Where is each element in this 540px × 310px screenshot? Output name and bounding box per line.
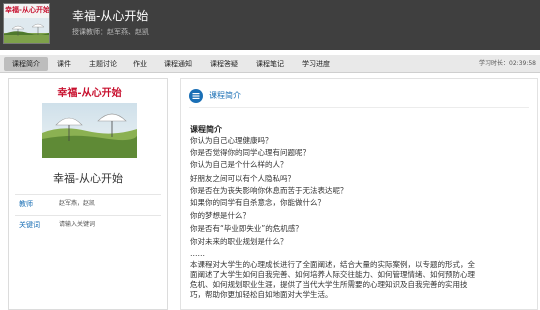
content-title: 课程简介 (190, 125, 222, 134)
course-info-panel: 幸福-从心开始 幸福-从心开始 教师 赵军燕，赵凯 关键词 请输入关键词 (8, 78, 168, 310)
list-icon (189, 89, 203, 103)
tab-notes[interactable]: 课程笔记 (250, 57, 290, 71)
intro-question: 你的梦想是什么？ (190, 211, 250, 220)
keyword-value: 请输入关键词 (59, 221, 96, 228)
teacher-value: 赵军燕，赵凯 (59, 200, 96, 207)
tab-discussion[interactable]: 主题讨论 (82, 57, 124, 71)
tab-qa[interactable]: 课程答疑 (204, 57, 244, 71)
course-teachers: 授课教师：赵军燕、赵凯 (72, 28, 149, 36)
course-title: 幸福-从心开始 (72, 9, 149, 23)
teacher-label: 教师 (19, 200, 33, 208)
intro-question: 你对未来的职业规划是什么？ (190, 237, 288, 246)
course-header: 幸福-从心开始 幸福-从心开始 授课教师：赵军燕、赵凯 (0, 0, 540, 50)
course-intro-panel: 课程简介 课程简介 你认为自己心理健康吗？ 你是否觉得你的同学心理有问题呢？ 你… (180, 78, 538, 310)
paragraph-line: 巧，帮助你更加轻松自如地面对大学生活。 (190, 290, 333, 299)
course-thumbnail: 幸福-从心开始 (3, 3, 50, 44)
thumbnail-title: 幸福-从心开始 (5, 6, 50, 14)
keyword-label: 关键词 (19, 221, 40, 229)
umbrella-landscape-image (4, 18, 49, 43)
keyword-row: 关键词 请输入关键词 (15, 215, 161, 235)
course-cover: 幸福-从心开始 (42, 86, 137, 159)
study-time: 学习时长：02:39:58 (479, 60, 536, 67)
tab-notices[interactable]: 课程通知 (158, 57, 198, 71)
tab-progress[interactable]: 学习进度 (296, 57, 336, 71)
cover-title: 幸福-从心开始 (57, 88, 122, 99)
intro-paragraph: 本课程对大学生的心理成长进行了全面阐述，结合大量的实际案例，以专题的形式，全 面… (190, 260, 530, 300)
tab-course-intro[interactable]: 课程简介 (4, 57, 48, 71)
intro-question: 好朋友之间可以有个人隐私吗？ (190, 174, 295, 183)
intro-question: 你认为自己是个什么样的人？ (190, 160, 288, 169)
divider (189, 107, 529, 108)
intro-question: 你是否有“毕业即失业”的危机感？ (190, 224, 303, 233)
tab-homework[interactable]: 作业 (128, 57, 152, 71)
course-tab-bar: 课程简介 课件 主题讨论 作业 课程通知 课程答疑 课程笔记 学习进度 学习时长… (0, 55, 540, 73)
section-title: 课程简介 (209, 91, 241, 100)
intro-question: 你认为自己心理健康吗？ (190, 136, 273, 145)
teacher-row: 教师 赵军燕，赵凯 (15, 194, 161, 214)
ellipsis: …… (190, 249, 205, 258)
intro-question: 你是否觉得你的同学心理有问题呢？ (190, 148, 310, 157)
intro-question: 如果你的同学有自杀意念，你能做什么？ (190, 198, 325, 207)
paragraph-line: 面阐述了大学生如何自我完善、如何培养人际交往能力、如何管理情绪、如何预防心理 (190, 270, 475, 279)
paragraph-line: 本课程对大学生的心理成长进行了全面阐述，结合大量的实际案例，以专题的形式，全 (190, 260, 475, 269)
intro-question: 你是否在为丧失影响你休息而苦于无法表达呢？ (190, 186, 348, 195)
course-name: 幸福-从心开始 (53, 172, 123, 185)
paragraph-line: 危机、如何规划职业生涯，提供了当代大学生所需要的心理知识及自我完善的实用技 (190, 280, 468, 289)
tab-courseware[interactable]: 课件 (52, 57, 76, 71)
umbrella-landscape-image (42, 103, 137, 158)
